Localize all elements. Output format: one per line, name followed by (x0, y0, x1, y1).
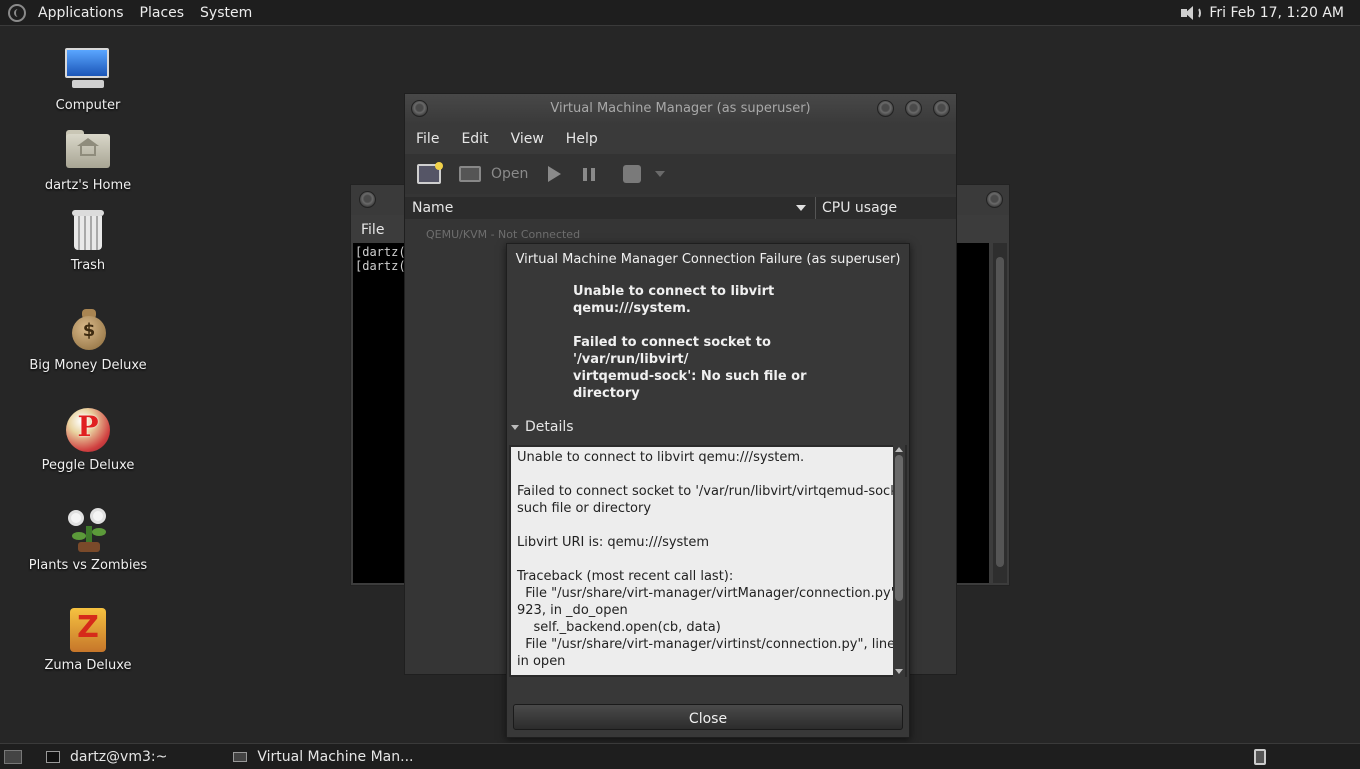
desktop-icon-label: Big Money Deluxe (29, 358, 147, 373)
run-icon[interactable] (548, 166, 562, 182)
menu-edit[interactable]: Edit (450, 131, 499, 147)
shutdown-icon[interactable] (623, 165, 642, 183)
connection-row[interactable]: QEMU/KVM - Not Connected (426, 228, 580, 241)
pause-icon[interactable] (583, 167, 596, 181)
menu-places[interactable]: Places (132, 5, 193, 21)
taskbar-item-vmm[interactable]: Virtual Machine Man... (223, 744, 423, 769)
money-bag-icon: $ (64, 306, 112, 354)
vmm-window-title: Virtual Machine Manager (as superuser) (550, 101, 811, 116)
clock[interactable]: Fri Feb 17, 1:20 AM (1209, 5, 1360, 21)
menu-system[interactable]: System (192, 5, 260, 21)
computer-icon (64, 46, 112, 94)
desktop-icon-computer[interactable]: Computer (18, 46, 158, 113)
open-button-label[interactable]: Open (491, 166, 528, 182)
vmm-toolbar: Open (405, 154, 956, 194)
distro-logo-icon[interactable] (8, 3, 26, 22)
column-name[interactable]: Name (412, 200, 453, 216)
terminal-menu-file[interactable]: File (361, 222, 384, 238)
maximize-button[interactable] (905, 100, 922, 117)
dialog-message: Unable to connect to libvirt qemu:///sys… (573, 283, 873, 419)
open-console-icon[interactable] (459, 166, 481, 182)
details-text[interactable]: Unable to connect to libvirt qemu:///sys… (511, 447, 893, 675)
plants-icon (64, 506, 112, 554)
terminal-scrollbar[interactable] (993, 243, 1007, 583)
home-folder-icon (64, 126, 112, 174)
desktop-icon-label: Peggle Deluxe (41, 458, 135, 473)
vmm-titlebar[interactable]: Virtual Machine Manager (as superuser) (405, 94, 956, 124)
peggle-icon: P (64, 406, 112, 454)
desktop-icon-trash[interactable]: Trash (18, 206, 158, 273)
details-expander[interactable]: Details (511, 419, 574, 435)
desktop-icon-zuma[interactable]: Z Zuma Deluxe (18, 606, 158, 673)
trash-icon (64, 206, 112, 254)
close-window-button[interactable] (986, 191, 1003, 208)
system-tray: Fri Feb 17, 1:20 AM (1179, 0, 1360, 25)
desktop-icon-label: Computer (55, 98, 121, 113)
taskbar-item-label: dartz@vm3:~ (70, 748, 168, 765)
scroll-thumb[interactable] (895, 455, 903, 601)
close-window-button[interactable] (933, 100, 950, 117)
desktop-icon-label: Trash (70, 258, 106, 273)
sort-arrow-icon[interactable] (796, 205, 806, 211)
top-panel: Applications Places System Fri Feb 17, 1… (0, 0, 1360, 26)
menu-view[interactable]: View (500, 131, 555, 147)
taskbar-item-label: Virtual Machine Man... (257, 748, 414, 765)
terminal-icon (46, 750, 60, 763)
new-vm-icon[interactable] (417, 162, 443, 184)
close-button[interactable]: Close (513, 704, 903, 730)
connection-failure-dialog: Virtual Machine Manager Connection Failu… (506, 243, 910, 738)
chevron-down-icon[interactable] (655, 171, 666, 177)
show-desktop-icon[interactable] (4, 749, 22, 764)
desktop-icon-label: Plants vs Zombies (28, 558, 148, 573)
expander-arrow-icon (511, 424, 519, 430)
menu-applications[interactable]: Applications (30, 5, 132, 21)
desktop-icon-label: Zuma Deluxe (44, 658, 132, 673)
scroll-up-icon[interactable] (895, 447, 903, 452)
error-detail: Failed to connect socket to '/var/run/li… (573, 335, 807, 401)
zuma-icon: Z (64, 606, 112, 654)
column-cpu-usage[interactable]: CPU usage (815, 197, 952, 219)
volume-icon[interactable] (1179, 5, 1202, 21)
menu-file[interactable]: File (405, 131, 450, 147)
dialog-title: Virtual Machine Manager Connection Failu… (515, 252, 901, 267)
desktop-icon-big-money[interactable]: $ Big Money Deluxe (18, 306, 158, 373)
menu-help[interactable]: Help (555, 131, 609, 147)
desktop-icon-plants[interactable]: Plants vs Zombies (18, 506, 158, 573)
scroll-down-icon[interactable] (895, 669, 903, 674)
window-menu-button[interactable] (359, 191, 376, 208)
details-pane: Unable to connect to libvirt qemu:///sys… (509, 445, 907, 677)
desktop-icon-label: dartz's Home (44, 178, 132, 193)
vmm-menubar: File Edit View Help (405, 124, 956, 154)
vmm-icon (233, 751, 248, 762)
desktop-icon-home[interactable]: dartz's Home (18, 126, 158, 193)
bottom-panel: dartz@vm3:~ Virtual Machine Man... (0, 743, 1360, 769)
minimize-button[interactable] (877, 100, 894, 117)
error-summary: Unable to connect to libvirt qemu:///sys… (573, 284, 775, 316)
details-label: Details (525, 419, 574, 435)
taskbar-item-terminal[interactable]: dartz@vm3:~ (36, 744, 177, 769)
vm-list-header: Name CPU usage (405, 197, 956, 219)
workspace-switcher-icon[interactable] (1254, 749, 1266, 765)
details-scrollbar[interactable] (893, 445, 905, 677)
desktop-icon-peggle[interactable]: P Peggle Deluxe (18, 406, 158, 473)
